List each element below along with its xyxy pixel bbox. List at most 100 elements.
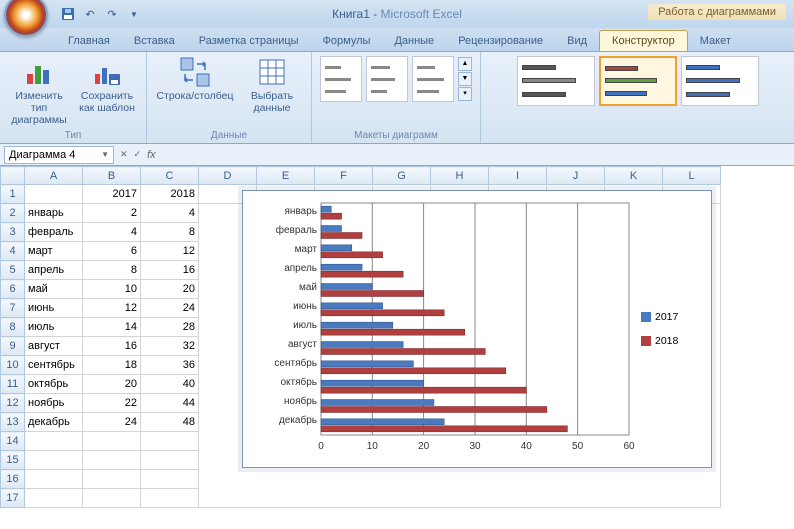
row-header[interactable]: 14 [1,432,25,451]
cell[interactable]: 36 [141,356,199,375]
col-header[interactable]: B [83,167,141,185]
row-header[interactable]: 4 [1,242,25,261]
col-header[interactable]: L [663,167,721,185]
cell[interactable] [83,432,141,451]
row-header[interactable]: 7 [1,299,25,318]
cell[interactable]: 8 [141,223,199,242]
cell[interactable]: сентябрь [25,356,83,375]
cell[interactable]: 2018 [141,185,199,204]
cell[interactable]: июнь [25,299,83,318]
cell[interactable] [25,451,83,470]
cell[interactable]: 4 [141,204,199,223]
row-header[interactable]: 13 [1,413,25,432]
cell[interactable]: февраль [25,223,83,242]
style-option-2[interactable] [599,56,677,106]
cell[interactable]: 24 [83,413,141,432]
cell[interactable] [141,489,199,508]
formula-input[interactable] [156,146,794,164]
cell[interactable] [83,470,141,489]
fx-icon[interactable]: fx [147,149,156,161]
cell[interactable] [83,451,141,470]
row-header[interactable]: 12 [1,394,25,413]
row-header[interactable]: 9 [1,337,25,356]
cell[interactable]: 20 [83,375,141,394]
cell[interactable]: 18 [83,356,141,375]
gallery-more-icon[interactable]: ▾ [458,87,472,101]
cell[interactable]: 24 [141,299,199,318]
cell[interactable]: 14 [83,318,141,337]
cell[interactable]: 2 [83,204,141,223]
tab-design[interactable]: Конструктор [599,30,688,51]
switch-row-column-button[interactable]: Строка/столбец [155,56,235,102]
cell[interactable]: 16 [83,337,141,356]
col-header[interactable]: J [547,167,605,185]
tab-layout[interactable]: Макет [688,31,743,51]
cell[interactable] [25,470,83,489]
select-data-button[interactable]: Выбрать данные [241,56,303,114]
style-option-3[interactable] [681,56,759,106]
col-header[interactable]: F [315,167,373,185]
row-header[interactable]: 2 [1,204,25,223]
col-header[interactable]: A [25,167,83,185]
cell[interactable]: 44 [141,394,199,413]
row-header[interactable]: 11 [1,375,25,394]
cell[interactable]: 28 [141,318,199,337]
tab-view[interactable]: Вид [555,31,599,51]
cancel-icon[interactable]: ✕ [120,149,128,160]
cell[interactable] [141,451,199,470]
gallery-down-icon[interactable]: ▼ [458,72,472,86]
enter-icon[interactable]: ✓ [134,149,142,160]
cell[interactable]: 8 [83,261,141,280]
cell[interactable]: 40 [141,375,199,394]
col-header[interactable]: I [489,167,547,185]
qat-dropdown-icon[interactable]: ▼ [124,4,144,24]
tab-review[interactable]: Рецензирование [446,31,555,51]
col-header[interactable]: E [257,167,315,185]
name-box[interactable]: Диаграмма 4▼ [4,146,114,164]
row-header[interactable]: 5 [1,261,25,280]
cell[interactable] [25,432,83,451]
cell[interactable] [141,470,199,489]
cell[interactable]: 10 [83,280,141,299]
chart-legend[interactable]: 2017 2018 [635,199,703,459]
undo-icon[interactable]: ↶ [80,4,100,24]
cell[interactable]: 16 [141,261,199,280]
redo-icon[interactable]: ↷ [102,4,122,24]
tab-formulas[interactable]: Формулы [311,31,383,51]
layout-option-3[interactable] [412,56,454,102]
cell[interactable]: 6 [83,242,141,261]
col-header[interactable]: G [373,167,431,185]
cell[interactable]: декабрь [25,413,83,432]
cell[interactable]: 20 [141,280,199,299]
row-header[interactable]: 1 [1,185,25,204]
chart-plot-area[interactable]: январь февраль март апрель май июнь июль… [251,199,635,459]
tab-insert[interactable]: Вставка [122,31,187,51]
cell[interactable]: июль [25,318,83,337]
row-header[interactable]: 15 [1,451,25,470]
row-header[interactable]: 10 [1,356,25,375]
cell[interactable]: 48 [141,413,199,432]
cell[interactable]: 12 [83,299,141,318]
cell[interactable]: октябрь [25,375,83,394]
tab-home[interactable]: Главная [56,31,122,51]
cell[interactable] [25,489,83,508]
embedded-chart[interactable]: январь февраль март апрель май июнь июль… [242,190,712,468]
cell[interactable]: май [25,280,83,299]
change-chart-type-button[interactable]: Изменить тип диаграммы [8,56,70,126]
cell[interactable]: апрель [25,261,83,280]
row-header[interactable]: 3 [1,223,25,242]
cell[interactable]: 2017 [83,185,141,204]
layout-option-1[interactable] [320,56,362,102]
save-icon[interactable] [58,4,78,24]
cell[interactable]: январь [25,204,83,223]
cell[interactable]: март [25,242,83,261]
col-header[interactable]: C [141,167,199,185]
cell[interactable] [141,432,199,451]
row-header[interactable]: 8 [1,318,25,337]
save-as-template-button[interactable]: Сохранить как шаблон [76,56,138,114]
cell[interactable]: 4 [83,223,141,242]
cell[interactable]: 32 [141,337,199,356]
cell[interactable]: 12 [141,242,199,261]
cell[interactable]: август [25,337,83,356]
style-option-1[interactable] [517,56,595,106]
